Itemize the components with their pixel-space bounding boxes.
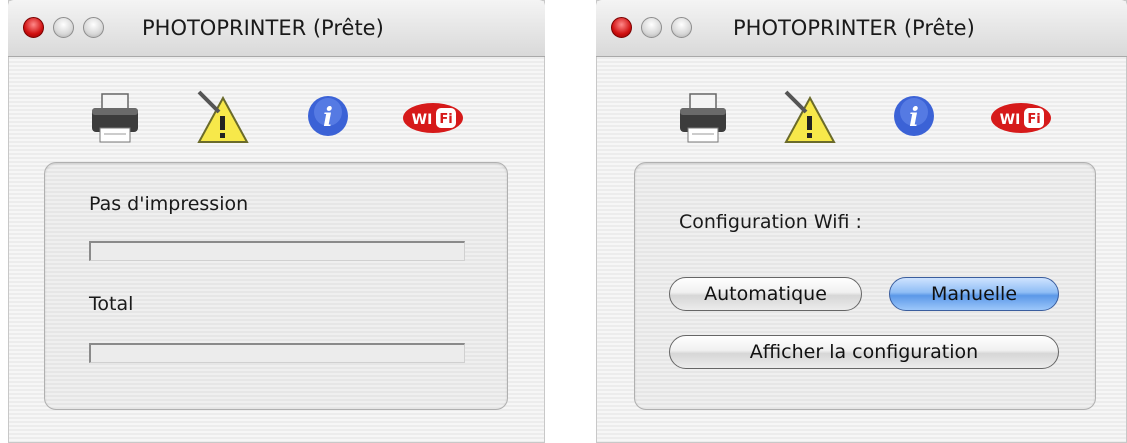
minimize-window-button[interactable] bbox=[641, 17, 662, 38]
info-icon[interactable]: i bbox=[892, 94, 936, 138]
svg-text:i: i bbox=[323, 103, 333, 133]
title-bar[interactable]: PHOTOPRINTER (Prête) bbox=[596, 0, 1127, 57]
zoom-window-button[interactable] bbox=[671, 17, 692, 38]
svg-text:WI: WI bbox=[1000, 112, 1021, 128]
printer-icon[interactable] bbox=[676, 90, 730, 146]
svg-text:WI: WI bbox=[412, 112, 433, 128]
printer-icon[interactable] bbox=[88, 90, 142, 146]
title-bar[interactable]: PHOTOPRINTER (Prête) bbox=[8, 0, 545, 57]
status-group-box: Pas d'impression Total bbox=[44, 162, 508, 410]
total-label: Total bbox=[89, 293, 134, 315]
svg-text:Fi: Fi bbox=[439, 112, 452, 127]
maintenance-warning-icon[interactable] bbox=[780, 88, 836, 146]
pages-label: Pas d'impression bbox=[89, 193, 249, 215]
minimize-window-button[interactable] bbox=[53, 17, 74, 38]
window-title: PHOTOPRINTER (Prête) bbox=[142, 16, 384, 40]
zoom-window-button[interactable] bbox=[83, 17, 104, 38]
automatic-button[interactable]: Automatique bbox=[669, 277, 862, 311]
manual-button[interactable]: Manuelle bbox=[889, 277, 1059, 311]
wifi-config-label: Configuration Wifi : bbox=[679, 211, 862, 233]
printer-window-wifi: PHOTOPRINTER (Prête) i WI Fi Configurati… bbox=[596, 0, 1127, 443]
info-icon[interactable]: i bbox=[306, 94, 350, 138]
wifi-group-box: Configuration Wifi : Automatique Manuell… bbox=[634, 162, 1096, 410]
show-configuration-button[interactable]: Afficher la configuration bbox=[669, 335, 1059, 369]
close-window-button[interactable] bbox=[611, 17, 632, 38]
total-progress-bar bbox=[89, 343, 465, 363]
printer-window-progress: PHOTOPRINTER (Prête) i WI Fi Pas d'impre… bbox=[8, 0, 545, 443]
wifi-icon[interactable]: WI Fi bbox=[990, 102, 1052, 134]
window-title: PHOTOPRINTER (Prête) bbox=[733, 16, 975, 40]
svg-text:i: i bbox=[909, 103, 919, 133]
close-window-button[interactable] bbox=[23, 17, 44, 38]
pages-progress-bar bbox=[89, 241, 465, 261]
maintenance-warning-icon[interactable] bbox=[193, 88, 249, 146]
svg-text:Fi: Fi bbox=[1027, 112, 1040, 127]
wifi-icon[interactable]: WI Fi bbox=[402, 102, 464, 134]
